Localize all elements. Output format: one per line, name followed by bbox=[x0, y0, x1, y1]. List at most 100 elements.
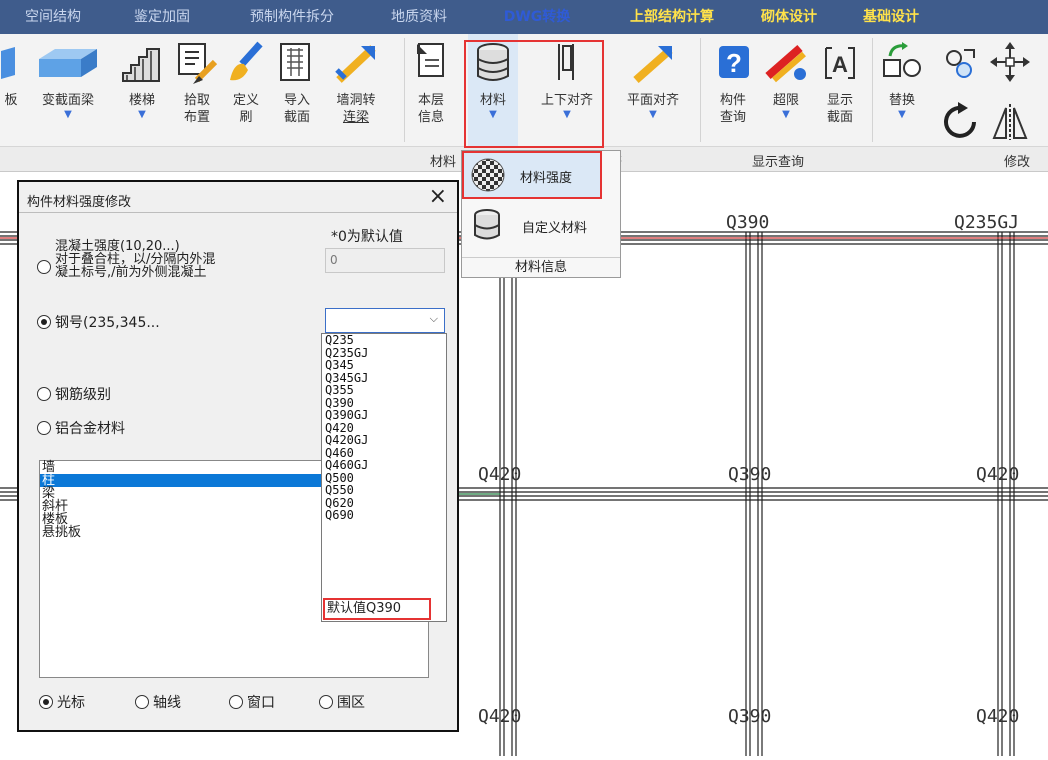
dropdown-option[interactable]: Q345 bbox=[322, 359, 446, 372]
show-section-label: 显示 截面 bbox=[826, 93, 853, 125]
radio-concrete-circle[interactable] bbox=[37, 260, 51, 274]
radio-region-circle[interactable] bbox=[319, 695, 333, 709]
steel-grade-select[interactable]: ⌵ bbox=[325, 308, 445, 333]
offset-button[interactable] bbox=[940, 34, 980, 92]
tab-dwg[interactable]: DWG转换 bbox=[472, 0, 602, 34]
label-q420-bot2: Q420 bbox=[976, 706, 1020, 727]
import-section-button[interactable]: 导入 截面 bbox=[276, 34, 318, 126]
wall-opening-to-beam-button[interactable]: 墙洞转 连梁 bbox=[326, 34, 386, 126]
steel-grade-dropdown-list[interactable]: Q235 Q235GJ Q345 Q345GJ Q355 Q390 Q390GJ… bbox=[321, 333, 447, 622]
show-section-button[interactable]: A 显示 截面 bbox=[816, 34, 864, 126]
radio-cursor[interactable]: 光标 bbox=[39, 692, 85, 712]
radio-aluminum[interactable]: 铝合金材料 bbox=[37, 418, 125, 438]
material-strength-dialog: 构件材料强度修改 × *0为默认值 混凝土强度(10,20...) 对于叠合柱，… bbox=[17, 180, 459, 732]
dropdown-option[interactable]: Q690 bbox=[322, 509, 446, 522]
dialog-title: 构件材料强度修改 bbox=[27, 195, 132, 210]
highlight-material-buttons bbox=[464, 40, 604, 148]
define-brush-button[interactable]: 定义刷 bbox=[226, 34, 266, 126]
group-display-query-label: 显示查询 bbox=[752, 155, 805, 170]
move-button[interactable] bbox=[990, 34, 1030, 92]
group-material-label: 材料 bbox=[430, 155, 457, 170]
move-icon bbox=[990, 34, 1030, 92]
radio-steel[interactable]: 钢号(235,345... bbox=[37, 312, 160, 332]
chevron-down-icon: ▼ bbox=[64, 109, 72, 120]
mirror-button[interactable] bbox=[990, 92, 1036, 150]
radio-cursor-circle[interactable] bbox=[39, 695, 53, 709]
concrete-value-field: 0 bbox=[325, 248, 445, 273]
import-section-label: 导入 截面 bbox=[283, 93, 310, 125]
chevron-down-icon: ⌵ bbox=[429, 312, 438, 325]
radio-axis-circle[interactable] bbox=[135, 695, 149, 709]
dropdown-option[interactable]: Q460GJ bbox=[322, 459, 446, 472]
replace-icon bbox=[880, 34, 924, 92]
dropdown-option[interactable]: Q355 bbox=[322, 384, 446, 397]
slab-button[interactable]: 板 bbox=[0, 34, 22, 109]
plane-align-button[interactable]: 平面对齐 ▼ bbox=[616, 34, 690, 121]
dropdown-option-default[interactable]: 默认值Q390 bbox=[323, 598, 431, 620]
tab-jichu[interactable]: 基础设计 bbox=[836, 0, 946, 34]
dropdown-option[interactable]: Q235 bbox=[322, 334, 446, 347]
replace-button[interactable]: 替换 ▼ bbox=[878, 34, 926, 121]
tab-jianding[interactable]: 鉴定加固 bbox=[106, 0, 218, 34]
define-brush-label: 定义刷 bbox=[232, 93, 259, 125]
import-section-icon bbox=[279, 34, 315, 92]
mirror-icon bbox=[990, 92, 1036, 150]
label-q420-mid1: Q420 bbox=[478, 464, 522, 485]
svg-text:?: ? bbox=[726, 48, 742, 78]
radio-rebar-circle[interactable] bbox=[37, 387, 51, 401]
radio-window[interactable]: 窗口 bbox=[229, 692, 275, 712]
floor-info-icon bbox=[413, 34, 449, 92]
radio-aluminum-circle[interactable] bbox=[37, 421, 51, 435]
rotate-button[interactable] bbox=[938, 92, 984, 150]
dropdown-option[interactable]: Q420GJ bbox=[322, 434, 446, 447]
chevron-down-icon: ▼ bbox=[898, 109, 906, 120]
tab-dizhi[interactable]: 地质资料 bbox=[366, 0, 472, 34]
close-icon[interactable]: × bbox=[429, 184, 447, 209]
help-icon: ? bbox=[715, 34, 751, 92]
wall-opening-label: 墙洞转 连梁 bbox=[336, 93, 376, 125]
overlimit-button[interactable]: 超限 ▼ bbox=[764, 34, 808, 121]
label-q420-bot1: Q420 bbox=[478, 706, 522, 727]
chevron-down-icon: ▼ bbox=[649, 109, 657, 120]
member-query-label: 构件 查询 bbox=[719, 93, 746, 125]
tab-yuzhi[interactable]: 预制构件拆分 bbox=[218, 0, 366, 34]
radio-steel-circle[interactable] bbox=[37, 315, 51, 329]
label-q390-bot: Q390 bbox=[728, 706, 772, 727]
slab-icon bbox=[1, 34, 21, 92]
material-popup-menu: 材料强度 自定义材料 材料信息 bbox=[461, 150, 621, 278]
menu-item-custom-material[interactable]: 自定义材料 bbox=[464, 203, 620, 247]
floor-info-button[interactable]: 本层 信息 bbox=[410, 34, 452, 126]
member-query-button[interactable]: ? 构件 查询 bbox=[712, 34, 754, 126]
radio-axis[interactable]: 轴线 bbox=[135, 692, 181, 712]
pick-icon bbox=[175, 34, 219, 92]
menu-item-custom-material-label: 自定义材料 bbox=[522, 221, 588, 236]
tab-kongjian[interactable]: 空间结构 bbox=[0, 0, 106, 34]
radio-concrete-label: 混凝土强度(10,20...) 对于叠合柱，以/分隔内外混 凝土标号,/前为外侧… bbox=[55, 239, 216, 280]
material-info-section: 材料信息 bbox=[462, 257, 620, 277]
radio-region[interactable]: 围区 bbox=[319, 692, 365, 712]
rotate-icon bbox=[938, 92, 984, 150]
stair-button[interactable]: 楼梯 ▼ bbox=[116, 34, 168, 121]
radio-window-circle[interactable] bbox=[229, 695, 243, 709]
label-q390-top: Q390 bbox=[726, 212, 770, 233]
plane-align-icon bbox=[630, 34, 676, 92]
dropdown-option[interactable]: Q550 bbox=[322, 484, 446, 497]
dropdown-option[interactable]: Q390GJ bbox=[322, 409, 446, 422]
chevron-down-icon: ▼ bbox=[782, 109, 790, 120]
stair-icon bbox=[119, 34, 165, 92]
brush-icon bbox=[226, 34, 266, 92]
label-q420-mid2: Q420 bbox=[976, 464, 1020, 485]
tab-qiti[interactable]: 砌体设计 bbox=[742, 0, 836, 34]
highlight-material-strength bbox=[462, 151, 602, 199]
label-q390-mid: Q390 bbox=[728, 464, 772, 485]
radio-rebar[interactable]: 钢筋级别 bbox=[37, 384, 111, 404]
overlimit-icon bbox=[764, 34, 808, 92]
variable-section-beam-button[interactable]: 变截面梁 ▼ bbox=[26, 34, 110, 121]
wall-beam-icon bbox=[333, 34, 379, 92]
text-frame-icon: A bbox=[820, 34, 860, 92]
pick-layout-button[interactable]: 拾取 布置 bbox=[172, 34, 222, 126]
tab-shangbu[interactable]: 上部结构计算 bbox=[602, 0, 742, 34]
offset-icon bbox=[940, 34, 980, 92]
floor-info-label: 本层 信息 bbox=[417, 93, 444, 125]
default-hint: *0为默认值 bbox=[331, 229, 403, 245]
